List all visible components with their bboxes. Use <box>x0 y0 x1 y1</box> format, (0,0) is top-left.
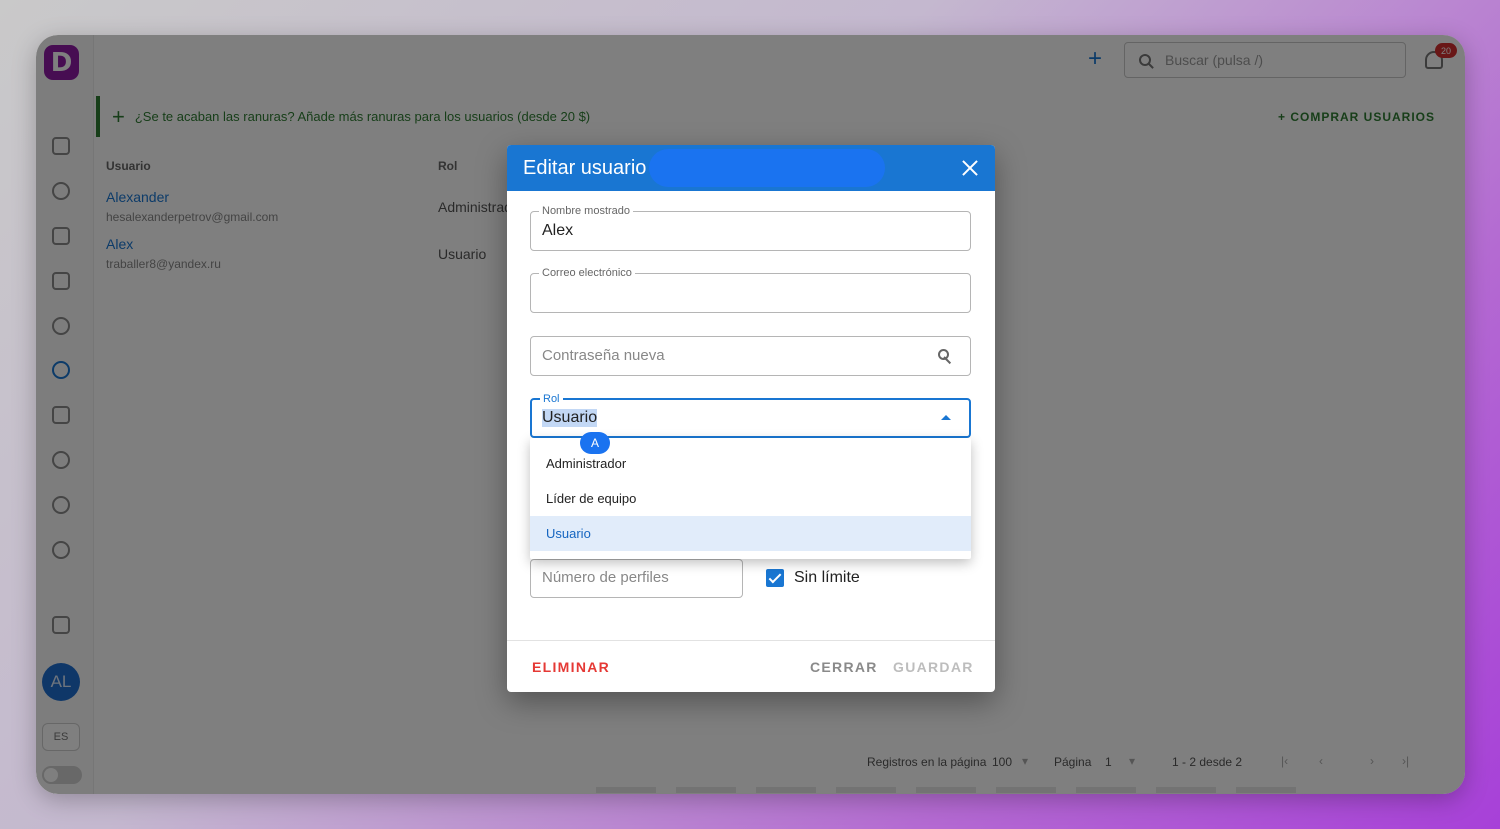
email-label: Correo electrónico <box>539 267 635 279</box>
role-option-user[interactable]: Usuario <box>530 516 971 551</box>
display-name-value: Alex <box>542 222 574 239</box>
key-icon[interactable] <box>938 349 952 363</box>
dialog-header: Editar usuario <box>507 145 995 191</box>
dialog-divider <box>507 640 995 641</box>
edit-user-dialog: Editar usuario Nombre mostrado Alex Corr… <box>507 145 995 692</box>
delete-button[interactable]: ELIMINAR <box>532 659 610 675</box>
caret-up-icon[interactable] <box>941 415 951 420</box>
role-option-team-lead[interactable]: Líder de equipo <box>530 481 971 516</box>
profiles-input[interactable]: Número de perfiles <box>530 559 743 598</box>
dialog-title: Editar usuario <box>523 157 647 179</box>
display-name-field[interactable]: Nombre mostrado Alex <box>530 205 971 251</box>
unlimited-label[interactable]: Sin límite <box>794 569 860 587</box>
role-label: Rol <box>540 393 563 405</box>
password-placeholder: Contraseña nueva <box>542 347 665 364</box>
redacted-block <box>649 149 885 187</box>
close-button[interactable]: CERRAR <box>810 659 878 675</box>
email-field[interactable]: Correo electrónico <box>530 267 971 313</box>
save-button[interactable]: GUARDAR <box>893 659 974 675</box>
profiles-placeholder: Número de perfiles <box>542 569 669 586</box>
unlimited-checkbox[interactable] <box>766 569 784 587</box>
role-dropdown-menu: Administrador Líder de equipo Usuario <box>530 438 971 559</box>
cursor-badge: A <box>580 432 610 454</box>
display-name-label: Nombre mostrado <box>539 205 634 217</box>
close-icon[interactable] <box>959 157 981 179</box>
password-field[interactable]: Contraseña nueva <box>530 336 971 376</box>
role-value: Usuario <box>542 409 598 427</box>
